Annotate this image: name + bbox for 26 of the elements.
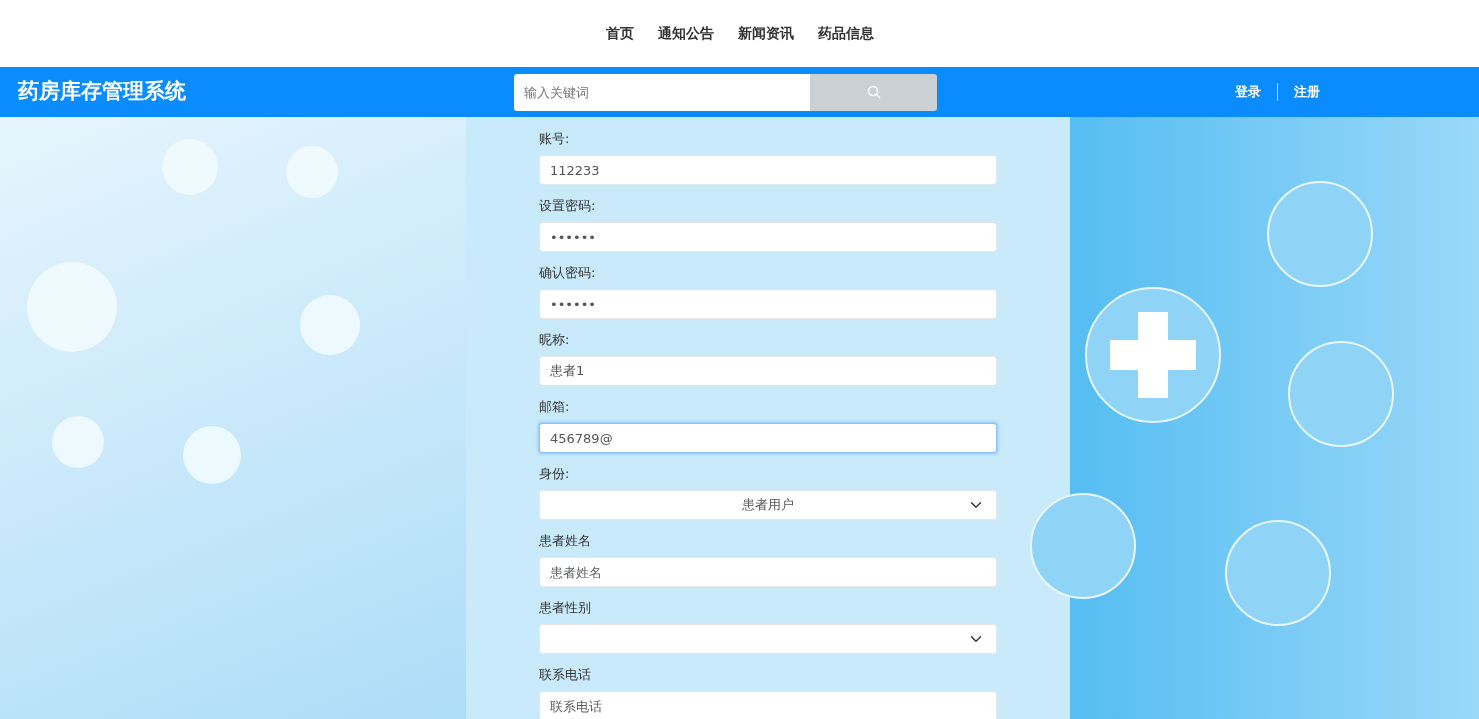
site-title: 药房库存管理系统 (17, 78, 187, 106)
field-label: 患者性别 (539, 599, 592, 616)
field-label: 联系电话 (539, 666, 592, 683)
input-field[interactable]: 112233 (539, 155, 997, 185)
input-field[interactable]: 患者1 (539, 356, 997, 386)
nav-link[interactable]: 首页 (605, 23, 634, 44)
search-field[interactable]: 输入关键词 (514, 73, 810, 111)
nav-link[interactable]: 药品信息 (817, 23, 874, 44)
search-icon (866, 85, 881, 99)
input-field[interactable]: 患者姓名 (539, 557, 997, 587)
select-field[interactable] (539, 624, 997, 654)
field-label: 设置密码: (539, 197, 597, 214)
input-field[interactable]: •••••• (539, 289, 997, 319)
field-label: 邮箱: (539, 398, 571, 415)
field-label: 确认密码: (539, 264, 597, 281)
select-field[interactable]: 患者用户 (539, 490, 997, 520)
field-label: 身份: (539, 465, 571, 482)
input-field[interactable]: 456789@ (539, 423, 997, 453)
nav-link[interactable]: 通知公告 (657, 23, 714, 44)
search-button[interactable] (810, 73, 937, 111)
nav-link[interactable]: 新闻资讯 (737, 23, 794, 44)
field-label: 账号: (539, 130, 571, 147)
field-label: 昵称: (539, 331, 571, 348)
input-field[interactable]: •••••• (539, 222, 997, 252)
input-field[interactable]: 联系电话 (539, 691, 997, 719)
field-label: 患者姓名 (539, 532, 592, 549)
